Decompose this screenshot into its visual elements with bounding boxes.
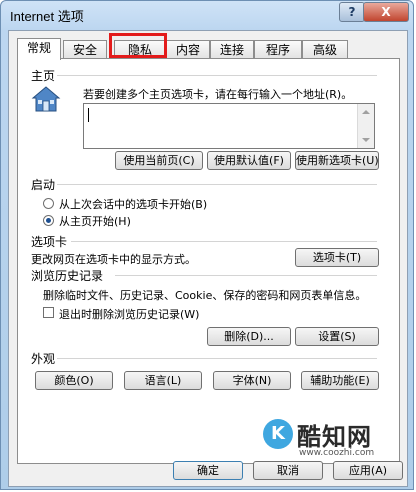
help-button[interactable]: ?: [339, 2, 365, 22]
homepage-section-title: 主页: [31, 69, 56, 83]
tabs-section-title: 选项卡: [31, 235, 68, 249]
history-section-title: 浏览历史记录: [31, 269, 104, 283]
colors-button[interactable]: 颜色(O): [35, 371, 113, 390]
delete-history-button[interactable]: 删除(D)...: [207, 327, 291, 346]
close-button[interactable]: X: [363, 2, 409, 22]
tab-connections[interactable]: 连接: [210, 40, 254, 58]
coozhi-logo-icon: K: [263, 419, 293, 449]
tab-programs[interactable]: 程序: [254, 40, 302, 58]
startup-section-title: 启动: [31, 178, 56, 192]
ok-button[interactable]: 确定: [173, 461, 243, 480]
delete-history-on-exit-checkbox[interactable]: [43, 307, 54, 318]
use-current-button[interactable]: 使用当前页(C): [115, 151, 203, 170]
house-icon: [31, 86, 61, 112]
scroll-up-icon[interactable]: [362, 110, 370, 114]
title-bar[interactable]: Internet 选项 ? X: [1, 1, 413, 29]
watermark-url: www.coozhi.com: [299, 448, 375, 458]
use-default-button[interactable]: 使用默认值(F): [207, 151, 291, 170]
tabs-description: 更改网页在选项卡中的显示方式。: [31, 253, 196, 266]
radio-home-page[interactable]: [43, 215, 54, 226]
delete-history-on-exit-label: 退出时删除浏览历史记录(W): [59, 308, 200, 321]
privacy-tab-highlight: [109, 33, 167, 58]
watermark-name: 酷知网: [297, 423, 372, 451]
languages-button[interactable]: 语言(L): [124, 371, 202, 390]
tabs-settings-button[interactable]: 选项卡(T): [295, 248, 379, 267]
appearance-divider: [57, 358, 377, 359]
startup-divider: [57, 184, 377, 185]
tabs-divider: [71, 241, 377, 242]
homepage-url-field[interactable]: [83, 103, 375, 149]
history-description: 删除临时文件、历史记录、Cookie、保存的密码和网页表单信息。: [43, 289, 367, 302]
fonts-button[interactable]: 字体(N): [213, 371, 291, 390]
radio-last-session-label: 从上次会话中的选项卡开始(B): [59, 198, 208, 211]
history-settings-button[interactable]: 设置(S): [295, 327, 379, 346]
internet-options-window: Internet 选项 ? X 常规 安全 隐私 内容 连接 程序 高级 主页 …: [0, 0, 414, 490]
text-caret: [88, 108, 89, 122]
radio-last-session[interactable]: [43, 198, 54, 209]
tab-advanced[interactable]: 高级: [302, 40, 348, 58]
coozhi-watermark: K 酷知网 www.coozhi.com: [263, 417, 375, 465]
history-divider: [115, 275, 377, 276]
scroll-down-icon[interactable]: [362, 138, 370, 142]
tab-content[interactable]: 内容: [166, 40, 210, 58]
accessibility-button[interactable]: 辅助功能(E): [301, 371, 379, 390]
radio-home-page-label: 从主页开始(H): [59, 215, 131, 228]
url-field-scrollbar[interactable]: [357, 104, 374, 148]
homepage-description: 若要创建多个主页选项卡，请在每行输入一个地址(R)。: [83, 88, 353, 101]
homepage-divider: [57, 75, 377, 76]
window-title: Internet 选项: [10, 9, 84, 24]
tab-general[interactable]: 常规: [17, 38, 61, 60]
use-new-tab-button[interactable]: 使用新选项卡(U): [295, 151, 379, 170]
appearance-section-title: 外观: [31, 352, 56, 366]
tab-security[interactable]: 安全: [63, 40, 107, 58]
